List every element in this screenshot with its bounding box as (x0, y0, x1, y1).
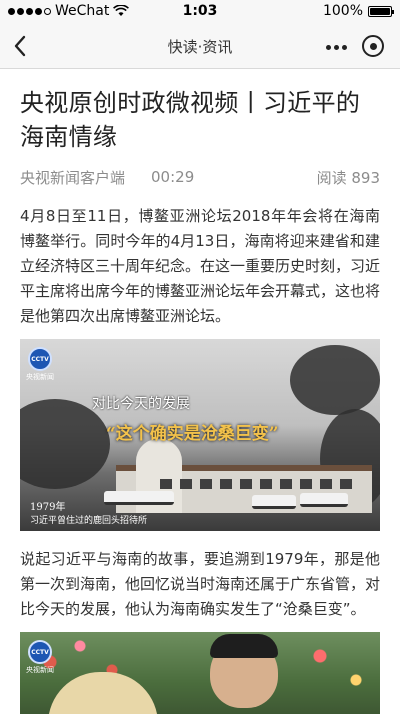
article: 央视原创时政微视频丨习近平的海南情缘 央视新闻客户端 00:29 阅读 893 … (0, 70, 400, 714)
logo-text: 央视新闻 (26, 373, 54, 381)
car (300, 493, 348, 507)
article-meta: 央视新闻客户端 00:29 阅读 893 (20, 166, 380, 188)
nav-bar: 快读·资讯 (0, 24, 400, 69)
article-image-2[interactable]: CCTV 央视新闻 (20, 632, 380, 714)
battery-icon (368, 5, 394, 17)
close-button[interactable] (362, 35, 384, 57)
source-link[interactable]: 央视新闻客户端 (20, 167, 125, 188)
battery-percent: 100% (322, 3, 363, 19)
paragraph: 4月8日至11日，博鳌亚洲论坛2018年年会将在海南博鳌举行。同时今年的4月13… (20, 207, 381, 325)
person-hair (210, 634, 278, 658)
article-title: 央视原创时政微视频丨习近平的海南情缘 (20, 89, 361, 151)
read-count: 阅读 893 (316, 168, 380, 187)
car (104, 491, 174, 505)
more-dots-icon (325, 44, 331, 50)
battery-level (370, 7, 390, 15)
image-year: 1979年 (30, 502, 66, 513)
image-caption-top: 对比今天的发展 (92, 396, 190, 412)
image-subtitle: 习近平曾住过的鹿回头招待所 (30, 516, 148, 526)
logo-text: 央视新闻 (26, 666, 54, 674)
video-duration: 00:29 (151, 168, 195, 186)
palm-tree (290, 345, 380, 415)
car (252, 495, 296, 509)
cctv-logo: CCTV (28, 347, 52, 371)
paragraph: 说起习近平与海南的故事，要追溯到1979年，那是他第一次到海南，他回忆说当时海南… (20, 550, 381, 618)
status-right: 100% (322, 3, 394, 19)
close-circle-icon (369, 42, 377, 50)
article-image-1[interactable]: CCTV 央视新闻 对比今天的发展 “这个确实是沧桑巨变” 1979年 习近平曾… (20, 339, 380, 531)
building-windows (160, 479, 360, 489)
status-bar: WeChat 1:03 100% (0, 0, 400, 24)
image-caption-main: “这个确实是沧桑巨变” (106, 424, 279, 444)
more-button[interactable] (322, 38, 350, 56)
cctv-logo: CCTV (28, 640, 52, 664)
